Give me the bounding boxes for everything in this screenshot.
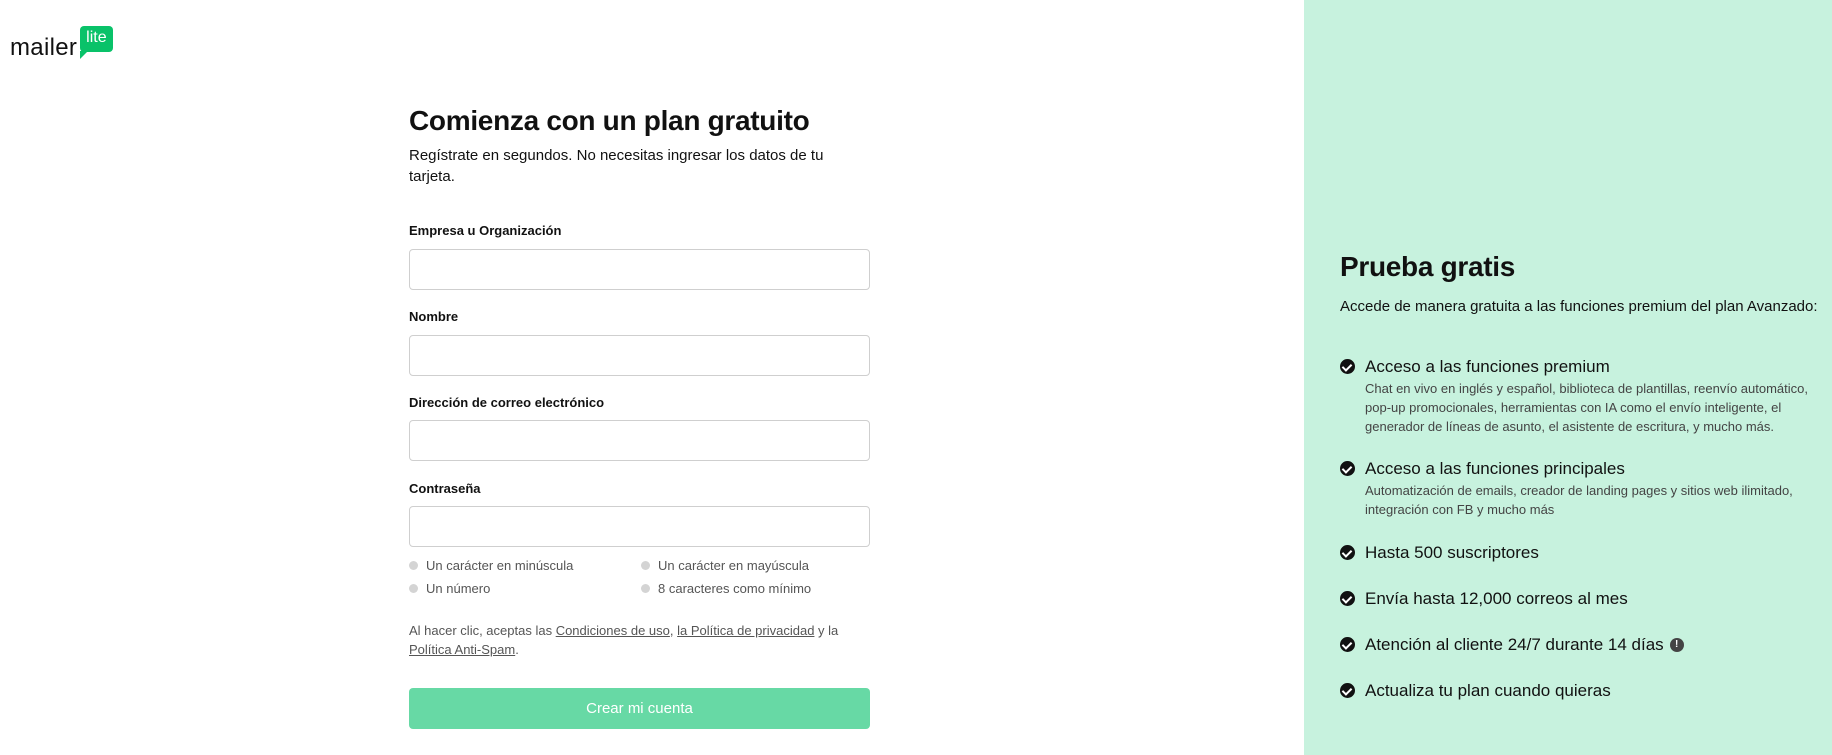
terms-notice: Al hacer clic, aceptas las Condiciones d… [409,621,870,659]
feature-title: Acceso a las funciones premium [1365,357,1610,376]
requirement-text: Un carácter en minúscula [426,558,574,573]
check-circle-icon [1340,683,1355,698]
feature-item: Atención al cliente 24/7 durante 14 días… [1340,634,1830,655]
terms-separator: y la [814,623,839,638]
privacy-policy-link[interactable]: la Política de privacidad [677,623,814,638]
feature-item: Hasta 500 suscriptores [1340,542,1830,563]
info-icon[interactable]: ! [1669,637,1684,652]
name-label: Nombre [409,309,459,324]
check-circle-icon [1340,591,1355,606]
requirement-status-icon [409,561,418,570]
create-account-button[interactable]: Crear mi cuenta [409,688,870,729]
password-label: Contraseña [409,481,481,496]
mailerlite-logo[interactable]: mailer lite [10,26,113,62]
feature-title: Hasta 500 suscriptores [1365,543,1539,562]
company-input[interactable] [409,249,870,290]
terms-of-use-link[interactable]: Condiciones de uso [556,623,670,638]
feature-item: Acceso a las funciones principales Autom… [1340,458,1830,519]
feature-item: Envía hasta 12,000 correos al mes [1340,588,1830,609]
feature-title-with-info: Atención al cliente 24/7 durante 14 días… [1365,634,1684,655]
logo-badge: lite [80,26,113,59]
requirement-status-icon [641,561,650,570]
check-circle-icon [1340,637,1355,652]
feature-item: Actualiza tu plan cuando quieras [1340,680,1830,701]
free-trial-panel: Prueba gratis Accede de manera gratuita … [1304,0,1832,755]
requirement-status-icon [641,584,650,593]
check-circle-icon [1340,359,1355,374]
check-circle-icon [1340,461,1355,476]
password-requirement: Un carácter en minúscula [409,558,573,573]
page-subtitle: Regístrate en segundos. No necesitas ing… [409,147,824,185]
panel-title: Prueba gratis [1340,251,1516,282]
feature-title: Acceso a las funciones principales [1365,459,1625,478]
password-input[interactable] [409,506,870,547]
company-label: Empresa u Organización [409,223,562,238]
email-input[interactable] [409,420,870,461]
check-circle-icon [1340,545,1355,560]
name-input[interactable] [409,335,870,376]
password-requirement: Un carácter en mayúscula [641,558,809,573]
requirement-text: Un carácter en mayúscula [658,558,810,573]
feature-item: Acceso a las funciones premium Chat en v… [1340,356,1830,436]
panel-intro: Accede de manera gratuita a las funcione… [1340,298,1818,315]
logo-word: mailer [10,34,78,61]
feature-title: Atención al cliente 24/7 durante 14 días [1365,635,1664,654]
requirement-text: Un número [426,581,491,596]
feature-description: Chat en vivo en inglés y español, biblio… [1365,381,1808,434]
anti-spam-policy-link[interactable]: Política Anti-Spam [409,642,515,657]
email-label: Dirección de correo electrónico [409,395,605,410]
requirement-text: 8 caracteres como mínimo [658,581,812,596]
terms-suffix: . [515,642,519,657]
password-requirement: Un número [409,581,490,596]
terms-prefix: Al hacer clic, aceptas las [409,623,556,638]
requirement-status-icon [409,584,418,593]
feature-description: Automatización de emails, creador de lan… [1365,483,1793,517]
feature-title: Actualiza tu plan cuando quieras [1365,681,1611,700]
feature-title: Envía hasta 12,000 correos al mes [1365,589,1628,608]
page-title: Comienza con un plan gratuito [409,105,810,136]
password-requirement: 8 caracteres como mínimo [641,581,811,596]
